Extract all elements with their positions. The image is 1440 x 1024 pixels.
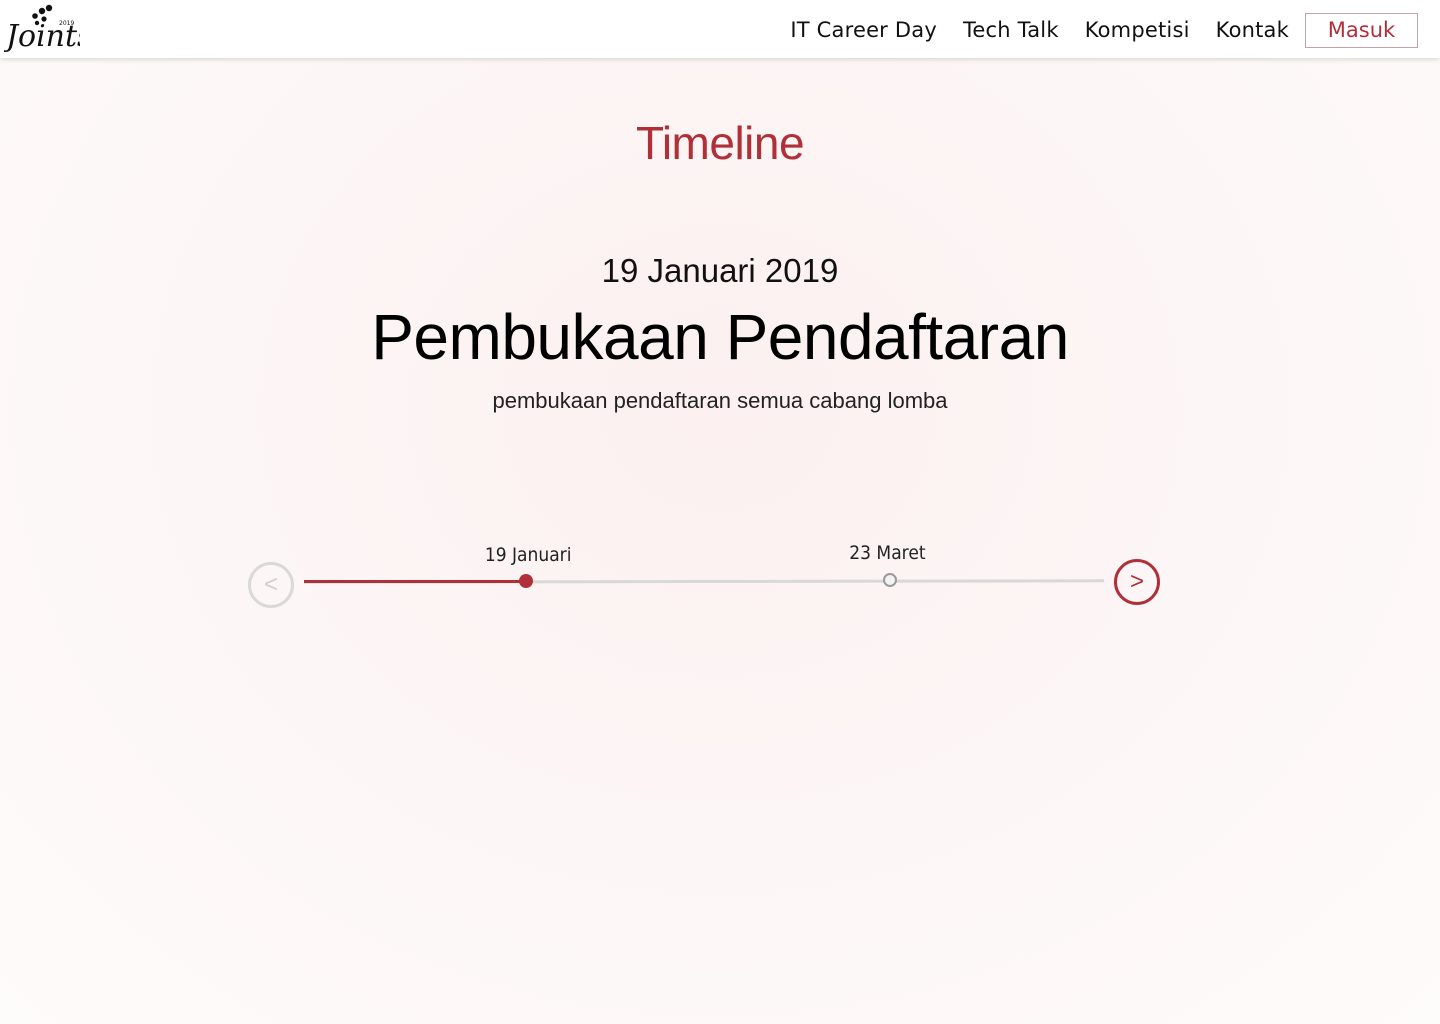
logo-year: 2019 <box>59 20 74 27</box>
event-title: Pembukaan Pendaftaran <box>371 301 1069 373</box>
timeline-point[interactable] <box>883 573 897 587</box>
section-title: Timeline <box>635 117 805 169</box>
timeline-point-label: 19 Januari <box>484 544 572 566</box>
event-date: 19 Januari 2019 <box>601 252 839 289</box>
nav-kontak[interactable]: Kontak <box>1216 18 1289 42</box>
timeline-point-active[interactable] <box>519 574 533 588</box>
main-nav: IT Career Day Tech Talk Kompetisi Kontak… <box>790 12 1418 48</box>
timeline-prev-button[interactable]: < <box>248 562 294 608</box>
top-navbar: Joints 2019 IT Career Day Tech Talk Komp… <box>0 0 1440 58</box>
login-button[interactable]: Masuk <box>1305 12 1418 48</box>
timeline-point-label: 23 Maret <box>849 542 926 564</box>
chevron-left-icon: < <box>263 571 278 598</box>
nav-tech-talk[interactable]: Tech Talk <box>963 18 1059 42</box>
event-description: pembukaan pendaftaran semua cabang lomba <box>492 388 948 413</box>
timeline-next-button[interactable]: > <box>1114 559 1160 605</box>
nav-kompetisi[interactable]: Kompetisi <box>1085 18 1190 42</box>
timeline-section: Timeline 19 Januari 2019 Pembukaan Penda… <box>0 58 1440 1024</box>
joints-logo[interactable]: Joints 2019 <box>4 2 80 52</box>
timeline-slider: < 19 Januari 23 Maret > <box>248 528 1162 608</box>
timeline-progress <box>304 580 526 583</box>
chevron-right-icon: > <box>1129 568 1144 595</box>
nav-it-career-day[interactable]: IT Career Day <box>790 18 937 42</box>
